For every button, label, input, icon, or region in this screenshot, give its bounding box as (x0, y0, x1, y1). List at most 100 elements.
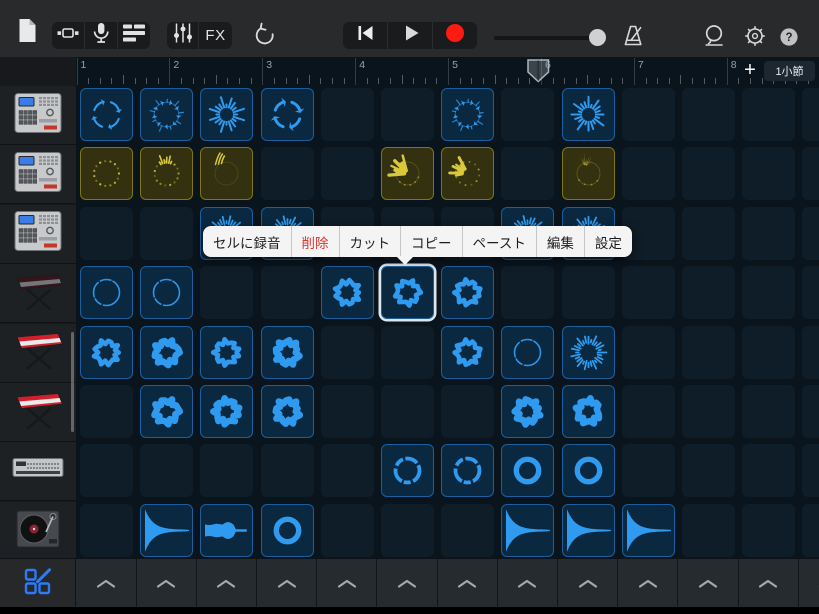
track-header-turntable[interactable] (0, 502, 76, 561)
menu-item-7[interactable]: 設定 (585, 226, 632, 257)
empty-cell[interactable] (742, 88, 795, 141)
loop-cell-wave-ring-thick[interactable] (200, 385, 253, 438)
column-trigger-button[interactable] (618, 559, 678, 608)
empty-cell[interactable] (441, 385, 494, 438)
column-trigger-button[interactable] (317, 559, 377, 608)
empty-cell[interactable] (321, 147, 374, 200)
my-songs-button[interactable] (17, 18, 38, 48)
loop-browser-button[interactable] (702, 24, 726, 53)
column-trigger-button[interactable] (197, 559, 257, 608)
empty-cell[interactable] (501, 266, 554, 319)
empty-cell[interactable] (441, 504, 494, 557)
cells-view-button[interactable] (52, 22, 84, 49)
volume-slider[interactable] (494, 29, 606, 46)
empty-cell[interactable] (742, 207, 795, 260)
tracks-view-button[interactable] (118, 22, 150, 49)
column-trigger-button[interactable] (137, 559, 197, 608)
menu-item-1[interactable]: セルに録音 (203, 226, 291, 257)
loop-cell-wave-ring-thick[interactable] (501, 385, 554, 438)
column-trigger-button[interactable] (257, 559, 317, 608)
loop-cell-broken-ring[interactable] (381, 444, 434, 497)
loop-cell-dot-ring[interactable] (80, 147, 133, 200)
empty-cell[interactable] (80, 385, 133, 438)
empty-cell[interactable] (742, 504, 795, 557)
loop-cell-dot-ring-burst[interactable] (140, 147, 193, 200)
empty-cell[interactable] (682, 266, 735, 319)
track-header-drum-machine[interactable] (0, 205, 76, 264)
loop-cell-wave-ring[interactable] (80, 326, 133, 379)
empty-cell[interactable] (381, 385, 434, 438)
empty-cell[interactable] (622, 147, 675, 200)
grid-size-button[interactable]: 1小節 (764, 61, 815, 81)
empty-cell[interactable] (140, 444, 193, 497)
loop-cell-wave-ring[interactable] (321, 266, 374, 319)
loop-cell-thin-circle[interactable] (140, 266, 193, 319)
sidebar-scrollbar[interactable] (71, 332, 74, 432)
track-header-keyboard-red[interactable] (0, 383, 76, 442)
empty-cell[interactable] (802, 504, 819, 557)
loop-cell-starburst[interactable] (562, 88, 615, 141)
menu-item-3[interactable]: カット (340, 226, 401, 257)
empty-cell[interactable] (802, 266, 819, 319)
loop-cell-wave-ring-thick[interactable] (140, 326, 193, 379)
empty-cell[interactable] (682, 504, 735, 557)
empty-cell[interactable] (321, 326, 374, 379)
track-header-drum-machine[interactable] (0, 86, 76, 145)
empty-cell[interactable] (802, 207, 819, 260)
empty-cell[interactable] (381, 504, 434, 557)
empty-cell[interactable] (200, 266, 253, 319)
fx-button[interactable]: FX (199, 22, 232, 49)
loop-cell-arrow-ring[interactable] (140, 88, 193, 141)
empty-cell[interactable] (802, 444, 819, 497)
menu-item-5[interactable]: ペースト (463, 226, 536, 257)
loop-cell-wave-ring-thick[interactable] (140, 385, 193, 438)
empty-cell[interactable] (80, 504, 133, 557)
empty-cell[interactable] (321, 444, 374, 497)
column-trigger-button[interactable] (378, 559, 438, 608)
empty-cell[interactable] (321, 88, 374, 141)
track-header-keyboard-red[interactable] (0, 324, 76, 383)
empty-cell[interactable] (682, 88, 735, 141)
empty-cell[interactable] (682, 385, 735, 438)
empty-cell[interactable] (321, 504, 374, 557)
empty-cell[interactable] (381, 88, 434, 141)
loop-cell-thin-circle[interactable] (80, 266, 133, 319)
undo-button[interactable] (252, 22, 276, 51)
help-button[interactable]: ? (780, 28, 798, 51)
track-header-keyboard-dark[interactable] (0, 264, 76, 323)
column-trigger-button[interactable] (679, 559, 739, 608)
empty-cell[interactable] (742, 326, 795, 379)
empty-cell[interactable] (562, 266, 615, 319)
empty-cell[interactable] (682, 207, 735, 260)
loop-cell-fan-top[interactable] (562, 147, 615, 200)
loop-cell-starburst[interactable] (200, 88, 253, 141)
loop-cell-clean-ring[interactable] (562, 444, 615, 497)
record-input-button[interactable] (85, 22, 117, 49)
loop-cell-wave-ring-thick[interactable] (562, 385, 615, 438)
empty-cell[interactable] (140, 207, 193, 260)
column-trigger-button[interactable] (438, 559, 498, 608)
empty-cell[interactable] (261, 444, 314, 497)
loop-cell-thin-circle[interactable] (501, 326, 554, 379)
loop-cell-wave-ring[interactable] (441, 326, 494, 379)
loop-cell-clean-ring[interactable] (261, 504, 314, 557)
empty-cell[interactable] (622, 88, 675, 141)
loop-cell-decay-wave[interactable] (622, 504, 675, 557)
empty-cell[interactable] (200, 444, 253, 497)
empty-cell[interactable] (501, 147, 554, 200)
loop-cell-arrow-loop[interactable] (80, 88, 133, 141)
loop-cell-decay-wave[interactable] (562, 504, 615, 557)
skip-to-start-button[interactable] (343, 22, 387, 49)
menu-item-2[interactable]: 削除 (292, 226, 339, 257)
empty-cell[interactable] (682, 147, 735, 200)
empty-cell[interactable] (261, 266, 314, 319)
loop-cell-burst-left[interactable] (381, 147, 434, 200)
empty-cell[interactable] (622, 444, 675, 497)
empty-cell[interactable] (802, 147, 819, 200)
play-button[interactable] (388, 22, 432, 49)
bar-ruler[interactable]: 12345678 (76, 57, 819, 86)
empty-cell[interactable] (742, 147, 795, 200)
edit-cells-button[interactable] (0, 559, 76, 608)
empty-cell[interactable] (261, 147, 314, 200)
empty-cell[interactable] (622, 266, 675, 319)
